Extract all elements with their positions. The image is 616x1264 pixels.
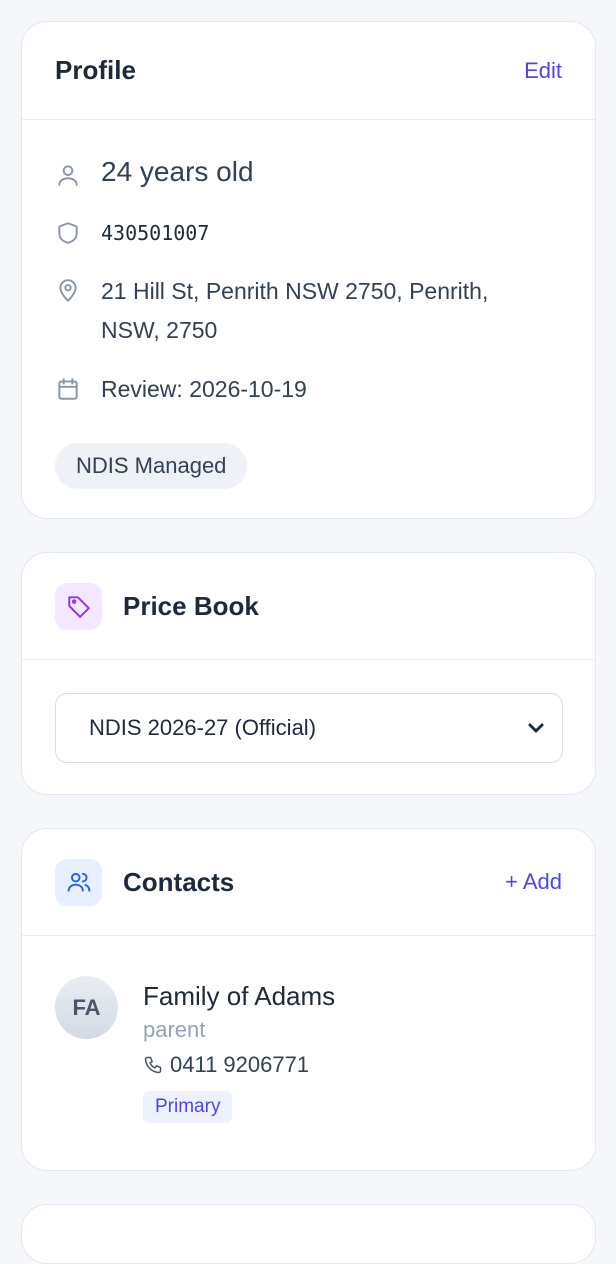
plan-management-badge: NDIS Managed xyxy=(55,443,248,489)
review-date: Review: 2026-10-19 xyxy=(101,376,307,402)
ndis-number: 430501007 xyxy=(101,221,210,245)
contact-phone[interactable]: 0411 9206771 xyxy=(170,1047,309,1083)
profile-card: Profile Edit 24 years old 430501007 21 H… xyxy=(21,21,596,519)
phone-icon xyxy=(144,1056,162,1074)
contacts-title: Contacts xyxy=(123,866,235,897)
profile-title: Profile xyxy=(55,55,136,85)
age-row: 24 years old xyxy=(55,156,254,188)
contact-phone-row: 0411 9206771 xyxy=(143,1047,335,1083)
contact-role: parent xyxy=(143,1017,206,1042)
users-icon xyxy=(55,858,102,906)
price-book-header: Price Book xyxy=(22,553,595,660)
contact-avatar: FA xyxy=(55,976,118,1039)
contact-name: Family of Adams xyxy=(143,981,336,1011)
address-text: 21 Hill St, Penrith NSW 2750, Penrith, N… xyxy=(101,278,489,343)
price-book-card: Price Book NDIS 2026-27 (Official) xyxy=(21,552,596,795)
price-book-select[interactable]: NDIS 2026-27 (Official) xyxy=(55,693,563,763)
map-pin-icon xyxy=(59,279,77,302)
shield-icon xyxy=(58,222,78,244)
user-icon xyxy=(58,165,78,186)
age-text: 24 years old xyxy=(101,156,254,187)
next-card xyxy=(21,1204,596,1264)
contacts-card: Contacts + Add FA Family of Adams parent… xyxy=(21,828,596,1171)
address-row: 21 Hill St, Penrith NSW 2750, Penrith, N… xyxy=(55,272,535,350)
primary-badge: Primary xyxy=(143,1091,233,1123)
ndis-number-row: 430501007 xyxy=(55,218,209,248)
contact-item[interactable]: Family of Adams parent 0411 9206771 Prim… xyxy=(143,979,335,1123)
price-book-title: Price Book xyxy=(123,590,259,621)
contacts-header: Contacts + Add xyxy=(22,829,595,936)
calendar-icon xyxy=(58,378,78,400)
price-book-selected-value: NDIS 2026-27 (Official) xyxy=(89,715,317,740)
profile-header: Profile Edit xyxy=(22,22,595,120)
chevron-down-icon xyxy=(528,723,544,733)
tag-icon xyxy=(55,582,102,630)
add-contact-button[interactable]: + Add xyxy=(505,869,562,895)
review-row: Review: 2026-10-19 xyxy=(55,370,307,409)
edit-profile-link[interactable]: Edit xyxy=(524,58,562,84)
